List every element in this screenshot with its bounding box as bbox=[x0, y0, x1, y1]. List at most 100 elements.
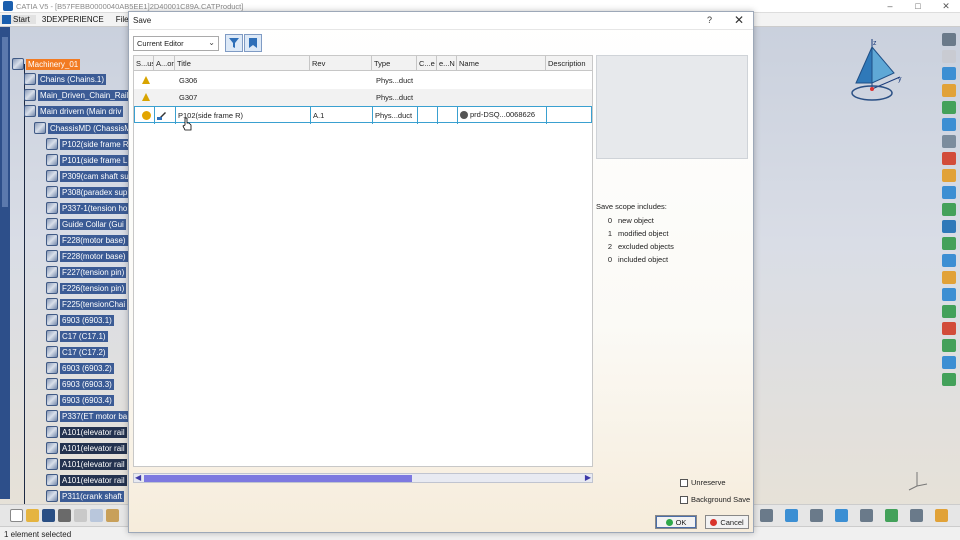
move-tool-icon[interactable] bbox=[942, 118, 956, 131]
tree-node[interactable]: F225(tensionChai bbox=[46, 296, 128, 312]
column-author[interactable]: A...or bbox=[154, 56, 175, 71]
print-icon[interactable] bbox=[58, 509, 71, 522]
menu-start[interactable]: Start bbox=[0, 15, 36, 24]
measure-tool-icon[interactable] bbox=[942, 186, 956, 199]
column-name[interactable]: Name bbox=[457, 56, 546, 71]
tree-node[interactable]: A101(elevator rail bbox=[46, 440, 127, 456]
column-status[interactable]: S...us bbox=[134, 56, 154, 71]
save-icon[interactable] bbox=[42, 509, 55, 522]
close-dialog-button[interactable]: ✕ bbox=[734, 13, 744, 27]
scroll-left-icon[interactable]: ◀ bbox=[135, 473, 141, 482]
help-button[interactable]: ? bbox=[707, 15, 712, 25]
rotate-icon[interactable] bbox=[810, 509, 823, 522]
tree-node[interactable]: 6903 (6903.2) bbox=[46, 360, 114, 376]
tree-scrollbar-thumb[interactable] bbox=[2, 37, 8, 207]
manipulate-tool-icon[interactable] bbox=[942, 305, 956, 318]
tree-node[interactable]: C17 (C17.2) bbox=[46, 344, 108, 360]
tree-node[interactable]: P309(cam shaft su bbox=[46, 168, 131, 184]
column-c-e[interactable]: C...e bbox=[417, 56, 437, 71]
tree-node[interactable]: ChassisMD (ChassisM bbox=[34, 120, 133, 136]
table-row[interactable]: G306 Phys...duct bbox=[134, 72, 592, 89]
annotation-tool-icon[interactable] bbox=[942, 169, 956, 182]
checkbox-box[interactable] bbox=[680, 495, 688, 504]
column-description[interactable]: Description bbox=[546, 56, 592, 71]
tree-node[interactable]: A101(elevator rail bbox=[46, 472, 127, 488]
tree-node[interactable]: F226(tension pin) bbox=[46, 280, 127, 296]
hide-show-icon[interactable] bbox=[910, 509, 923, 522]
e-n-cell bbox=[438, 107, 458, 124]
tree-node[interactable]: A101(elevator rail bbox=[46, 424, 127, 440]
pan-icon[interactable] bbox=[785, 509, 798, 522]
checkbox-box[interactable] bbox=[680, 478, 688, 487]
constraint-tool-icon[interactable] bbox=[942, 84, 956, 97]
tree-node[interactable]: P308(paradex sup bbox=[46, 184, 130, 200]
filter-button[interactable] bbox=[225, 34, 243, 52]
swap-visible-icon[interactable] bbox=[935, 509, 948, 522]
paste-icon[interactable] bbox=[106, 509, 119, 522]
fit-all-icon[interactable] bbox=[760, 509, 773, 522]
tree-node[interactable]: Main_Driven_Chain_Rail bbox=[24, 87, 131, 103]
scene-tool-icon[interactable] bbox=[942, 356, 956, 369]
pointer-tool-icon[interactable] bbox=[942, 50, 956, 63]
tree-node[interactable]: P102(side frame R bbox=[46, 136, 131, 152]
tree-scrollbar[interactable] bbox=[0, 27, 10, 499]
tree-node[interactable]: P101(side frame L bbox=[46, 152, 130, 168]
minimize-button[interactable]: – bbox=[876, 0, 904, 13]
bookmark-button[interactable] bbox=[244, 34, 262, 52]
editor-scope-select[interactable]: Current Editor ⌄ bbox=[133, 36, 219, 51]
background-save-checkbox[interactable]: Background Save bbox=[680, 495, 750, 504]
tree-node[interactable]: F227(tension pin) bbox=[46, 264, 127, 280]
scroll-right-icon[interactable]: ▶ bbox=[585, 473, 591, 482]
open-folder-icon[interactable] bbox=[26, 509, 39, 522]
render-tool-icon[interactable] bbox=[942, 254, 956, 267]
tree-node[interactable]: Guide Collar (Gui bbox=[46, 216, 126, 232]
material-tool-icon[interactable] bbox=[942, 271, 956, 284]
tree-node[interactable]: P311(crank shaft bbox=[46, 488, 124, 504]
tree-node[interactable]: 6903 (6903.4) bbox=[46, 392, 114, 408]
close-window-button[interactable]: ✕ bbox=[932, 0, 960, 13]
tree-node[interactable]: P337(ET motor ba bbox=[46, 408, 130, 424]
analysis-tool-icon[interactable] bbox=[942, 237, 956, 250]
unreserve-checkbox[interactable]: Unreserve bbox=[680, 478, 726, 487]
select-tool-icon[interactable] bbox=[942, 33, 956, 46]
tree-node[interactable]: F228(motor base) bbox=[46, 232, 128, 248]
cancel-button[interactable]: Cancel bbox=[705, 515, 749, 529]
snap-tool-icon[interactable] bbox=[942, 101, 956, 114]
section-tool-icon[interactable] bbox=[942, 220, 956, 233]
publish-tool-icon[interactable] bbox=[942, 288, 956, 301]
tree-node[interactable]: 6903 (6903.1) bbox=[46, 312, 114, 328]
table-row[interactable]: G307 Phys...duct bbox=[134, 89, 592, 106]
explode-tool-icon[interactable] bbox=[942, 135, 956, 148]
sensor-tool-icon[interactable] bbox=[942, 322, 956, 335]
assembly-tool-icon[interactable] bbox=[942, 67, 956, 80]
cut-icon[interactable] bbox=[74, 509, 87, 522]
catalog-tool-icon[interactable] bbox=[942, 203, 956, 216]
tree-node[interactable]: C17 (C17.1) bbox=[46, 328, 108, 344]
tree-node[interactable]: Chains (Chains.1) bbox=[24, 71, 107, 87]
tree-node[interactable]: Main drivern (Main driv bbox=[24, 103, 124, 119]
compass-icon[interactable]: z y bbox=[848, 37, 908, 103]
copy-icon[interactable] bbox=[90, 509, 103, 522]
ok-button[interactable]: OK bbox=[655, 515, 697, 529]
column-type[interactable]: Type bbox=[372, 56, 417, 71]
view-mode-icon[interactable] bbox=[885, 509, 898, 522]
maximize-button[interactable]: □ bbox=[904, 0, 932, 13]
column-title[interactable]: Title bbox=[175, 56, 310, 71]
table-horizontal-scrollbar[interactable]: ◀ ▶ bbox=[133, 473, 593, 483]
tree-node[interactable]: A101(elevator rail bbox=[46, 456, 127, 472]
column-e-n[interactable]: e...N bbox=[437, 56, 457, 71]
column-rev[interactable]: Rev bbox=[310, 56, 372, 71]
table-row-selected[interactable]: P102(side frame R) A.1 Phys...duct prd-D… bbox=[134, 106, 592, 124]
tree-node[interactable]: F228(motor base) bbox=[46, 248, 128, 264]
tree-node-root[interactable]: Machinery_01 bbox=[12, 56, 81, 72]
clash-tool-icon[interactable] bbox=[942, 152, 956, 165]
menu-3dexperience[interactable]: 3DEXPERIENCE bbox=[36, 15, 110, 24]
new-file-icon[interactable] bbox=[10, 509, 23, 522]
update-tool-icon[interactable] bbox=[942, 339, 956, 352]
spacing-tool-icon[interactable] bbox=[942, 373, 956, 386]
tree-node[interactable]: 6903 (6903.3) bbox=[46, 376, 114, 392]
horizontal-scrollbar-thumb[interactable] bbox=[144, 475, 412, 482]
zoom-icon[interactable] bbox=[835, 509, 848, 522]
tree-node[interactable]: P337-1(tension ho bbox=[46, 200, 130, 216]
normal-view-icon[interactable] bbox=[860, 509, 873, 522]
